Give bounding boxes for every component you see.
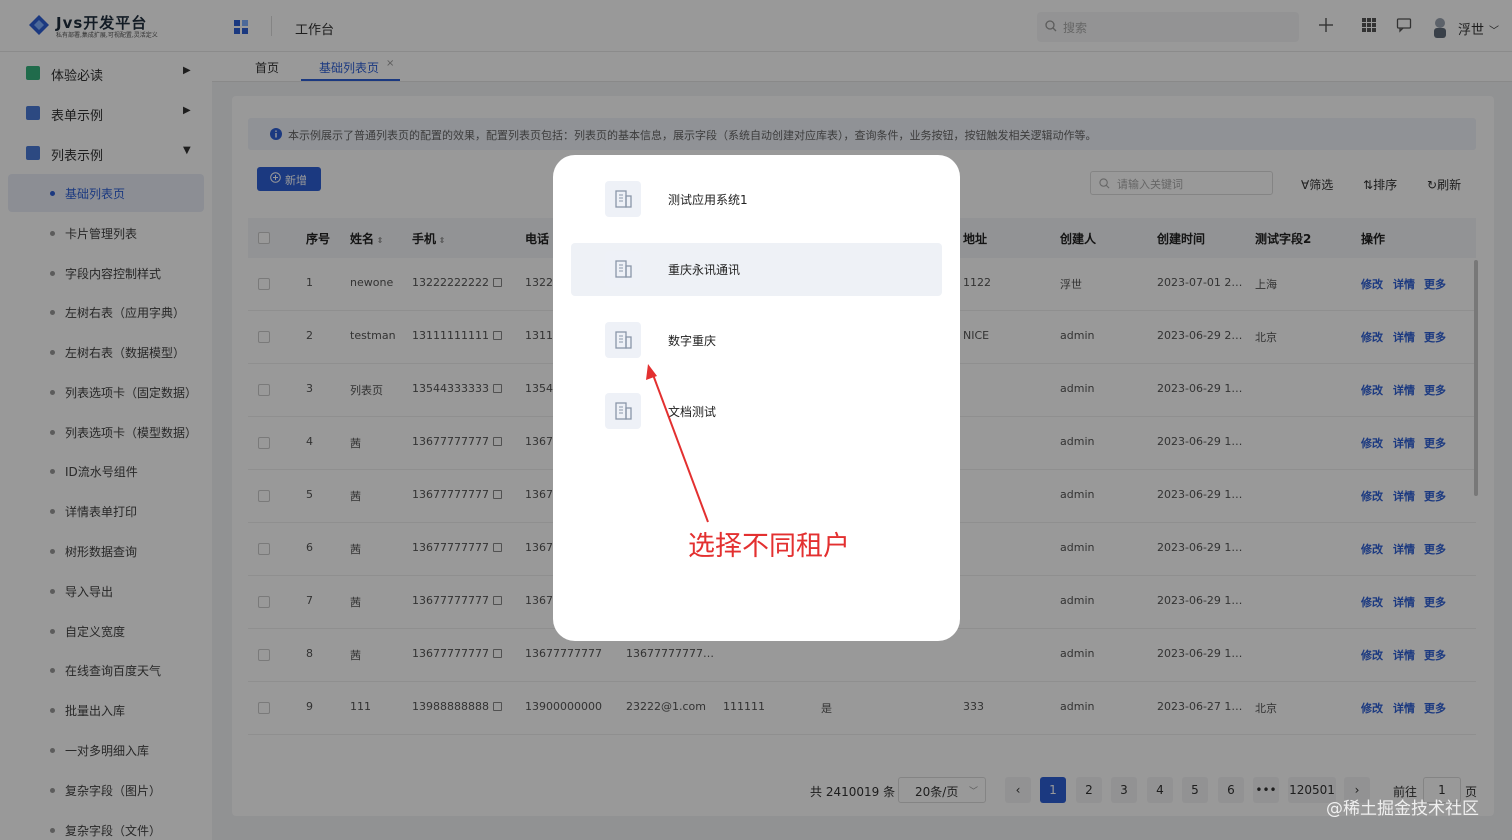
annotation-arrow (646, 364, 709, 523)
watermark: @稀土掘金技术社区 (1326, 799, 1479, 819)
annotation-text: 选择不同租户 (688, 531, 850, 562)
